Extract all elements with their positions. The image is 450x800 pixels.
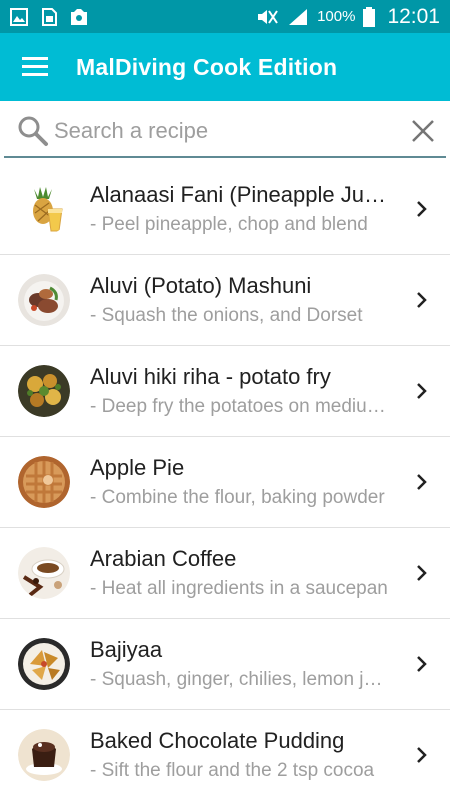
signal-icon [289,8,308,25]
recipe-description: - Heat all ingredients in a saucepan [90,577,388,599]
recipe-title: Baked Chocolate Pudding [90,727,345,753]
arabian-coffee-thumbnail [18,547,70,599]
recipe-description: - Combine the flour, baking powder [90,486,385,508]
potato-mashuni-thumbnail [18,274,70,326]
potato-fry-thumbnail [18,365,70,417]
battery-percent: 100% [317,8,356,25]
search-icon [18,116,48,146]
chevron-right-icon [417,747,427,763]
chevron-right-icon [417,383,427,399]
recipe-description: - Deep fry the potatoes on medium heat [90,395,390,417]
recipe-description: - Peel pineapple, chop and blend [90,213,368,235]
photo-sync-icon [71,8,87,25]
recipe-item[interactable]: Alanaasi Fani (Pineapple Juice) - Peel p… [0,164,450,255]
clear-search-button[interactable] [400,108,446,154]
status-bar: 100% 12:01 [0,0,450,33]
recipe-title: Aluvi hiki riha - potato fry [90,363,331,389]
recipe-title: Arabian Coffee [90,545,237,571]
app-bar: MalDiving Cook Edition [0,33,450,101]
recipe-item[interactable]: Bajiyaa - Squash, ginger, chilies, lemon… [0,619,450,710]
close-icon [412,120,434,142]
recipe-title: Apple Pie [90,454,185,480]
menu-button[interactable] [0,33,70,101]
recipe-list: Alanaasi Fani (Pineapple Juice) - Peel p… [0,164,450,800]
chevron-right-icon [417,656,427,672]
recipe-title: Aluvi (Potato) Mashuni [90,272,312,298]
app-title: MalDiving Cook Edition [76,53,338,80]
chevron-right-icon [417,474,427,490]
recipe-description: - Squash, ginger, chilies, lemon juice [90,668,390,690]
recipe-item[interactable]: Arabian Coffee - Heat all ingredients in… [0,528,450,619]
recipe-item[interactable]: Apple Pie - Combine the flour, baking po… [0,437,450,528]
search-bar [4,106,446,158]
chevron-right-icon [417,292,427,308]
recipe-item[interactable]: Baked Chocolate Pudding - Sift the flour… [0,710,450,800]
recipe-description: - Squash the onions, and Dorset [90,304,363,326]
battery-icon [363,6,376,27]
search-input[interactable] [54,111,400,151]
recipe-title: Alanaasi Fani (Pineapple Juice) [90,181,390,207]
apple-pie-thumbnail [18,456,70,508]
sim-card-icon [42,7,57,26]
hamburger-menu-icon [22,57,48,76]
chocolate-pudding-thumbnail [18,729,70,781]
pineapple-juice-thumbnail [18,183,70,235]
clock: 12:01 [387,4,440,28]
mute-icon [258,9,278,24]
chevron-right-icon [417,201,427,217]
recipe-item[interactable]: Aluvi (Potato) Mashuni - Squash the onio… [0,255,450,346]
bajiyaa-thumbnail [18,638,70,690]
chevron-right-icon [417,565,427,581]
recipe-item[interactable]: Aluvi hiki riha - potato fry - Deep fry … [0,346,450,437]
recipe-title: Bajiyaa [90,636,163,662]
image-icon [10,7,28,26]
recipe-description: - Sift the flour and the 2 tsp cocoa [90,759,375,781]
